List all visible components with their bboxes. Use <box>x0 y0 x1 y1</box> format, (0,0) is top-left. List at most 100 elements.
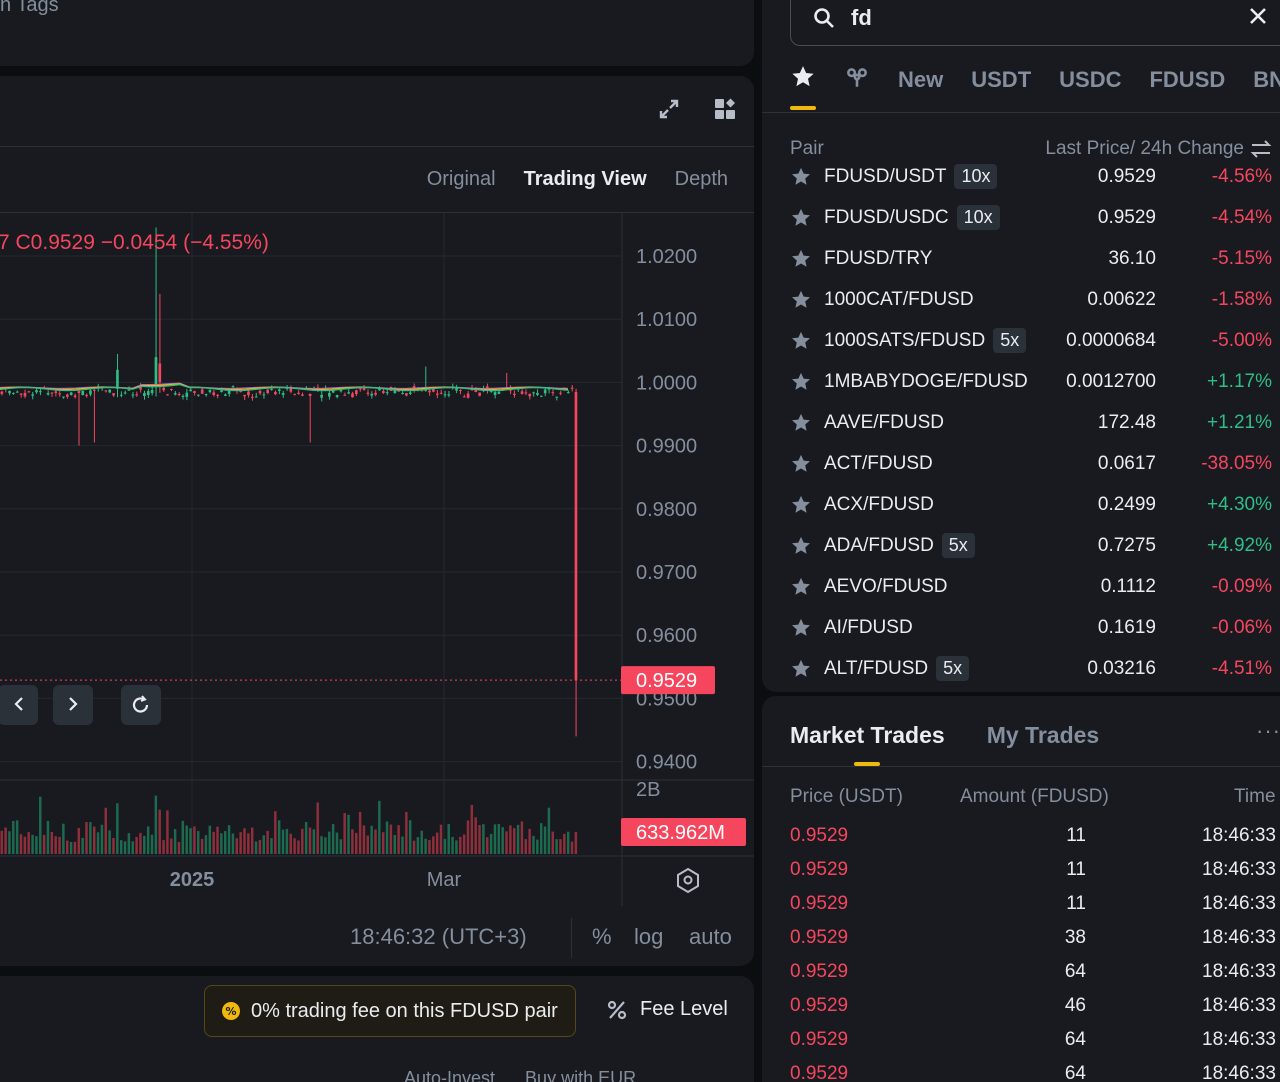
favorite-star-icon[interactable] <box>790 576 812 598</box>
candle-body <box>212 392 216 396</box>
tab-usdc[interactable]: USDC <box>1059 67 1121 93</box>
fee-level-button[interactable]: Fee Level <box>606 998 728 1021</box>
search-box[interactable]: fd <box>790 0 1280 46</box>
candle-body <box>297 392 300 394</box>
pair-row[interactable]: 1000SATS/FDUSD 5x 0.0000684 -5.00% <box>790 320 1272 361</box>
volume-bar <box>119 840 123 854</box>
volume-bar <box>304 821 308 854</box>
volume-bar <box>474 817 477 854</box>
pair-row[interactable]: ACT/FDUSD 0.0617 -38.05% <box>790 443 1272 484</box>
tab-fdusd[interactable]: FDUSD <box>1149 67 1225 93</box>
pair-symbol: 1000CAT/FDUSD <box>824 288 974 310</box>
volume-bar <box>274 811 277 854</box>
candle-body <box>497 391 501 394</box>
fee-badge[interactable]: % 0% trading fee on this FDUSD pair <box>204 985 576 1037</box>
pair-symbol: 1000SATS/FDUSD <box>824 329 986 351</box>
chart-reset-button[interactable] <box>121 685 161 725</box>
chart-settings-icon[interactable] <box>677 867 699 894</box>
pair-row[interactable]: ACX/FDUSD 0.2499 +4.30% <box>790 484 1272 525</box>
volume-bar <box>281 829 285 854</box>
pair-row[interactable]: ADA/FDUSD 5x 0.7275 +4.92% <box>790 525 1272 566</box>
favorite-star-icon[interactable] <box>790 494 812 516</box>
chart-next-button[interactable] <box>53 685 93 725</box>
favorite-star-icon[interactable] <box>790 248 812 270</box>
candle-body <box>512 393 516 396</box>
candle-body <box>31 394 34 396</box>
candle-body <box>566 392 570 394</box>
percent-icon <box>607 1000 627 1019</box>
volume-bar <box>285 828 289 854</box>
auto-invest-link[interactable]: Auto-Invest <box>404 1068 495 1082</box>
x-axis-label: Mar <box>427 869 462 891</box>
candle-body <box>381 390 385 394</box>
favorite-star-icon[interactable] <box>790 207 812 229</box>
favorites-star-icon[interactable] <box>790 64 816 96</box>
more-options-icon[interactable]: ··· <box>1256 718 1280 744</box>
volume-bar <box>470 804 474 854</box>
pair-row[interactable]: 1000CAT/FDUSD 0.00622 -1.58% <box>790 279 1272 320</box>
pair-symbol: ACT/FDUSD <box>824 452 933 474</box>
volume-bar <box>524 839 528 854</box>
trade-amount-header: Amount (FDUSD) <box>960 786 1109 807</box>
volume-bar <box>297 840 300 854</box>
candle-body <box>281 393 285 395</box>
volume-bar <box>462 834 466 854</box>
volume-bar <box>108 830 111 854</box>
volume-bar <box>158 809 161 854</box>
candle-body <box>428 390 431 393</box>
candle-body <box>135 394 139 396</box>
tab-bnb[interactable]: BN <box>1253 67 1280 93</box>
search-input[interactable]: fd <box>851 5 872 31</box>
favorite-star-icon[interactable] <box>790 535 812 557</box>
favorite-star-icon[interactable] <box>790 330 812 352</box>
favorite-star-icon[interactable] <box>790 658 812 680</box>
scale-percent-button[interactable]: % <box>592 924 612 950</box>
scale-log-button[interactable]: log <box>634 924 663 950</box>
tab-market-trades[interactable]: Market Trades <box>790 722 945 749</box>
volume-axis-label: 2B <box>636 779 660 801</box>
volume-bar <box>574 831 578 854</box>
candle-body <box>262 394 266 396</box>
volume-bar <box>0 830 3 854</box>
zones-icon[interactable] <box>844 64 870 96</box>
favorite-star-icon[interactable] <box>790 166 812 188</box>
pair-change: -0.09% <box>1211 575 1272 597</box>
trade-row: 0.9529 11 18:46:33 <box>790 825 1280 859</box>
candlestick-chart[interactable]: 1.0200 1.0100 1.0000 0.9900 0.9800 0.9700 0.96… <box>0 76 754 966</box>
favorite-star-icon[interactable] <box>790 453 812 475</box>
pair-row[interactable]: AAVE/FDUSD 172.48 +1.21% <box>790 402 1272 443</box>
trade-row: 0.9529 11 18:46:33 <box>790 893 1280 927</box>
tab-new[interactable]: New <box>898 67 943 93</box>
candle-body <box>131 394 135 396</box>
pair-row[interactable]: ALT/FDUSD 5x 0.03216 -4.51% <box>790 648 1272 689</box>
clear-search-icon[interactable] <box>1247 5 1269 32</box>
candle-body <box>81 391 85 396</box>
pair-row[interactable]: FDUSD/USDC 10x 0.9529 -4.54% <box>790 197 1272 238</box>
pair-row[interactable]: FDUSD/USDT 10x 0.9529 -4.56% <box>790 156 1272 197</box>
volume-bar <box>131 841 134 854</box>
favorite-star-icon[interactable] <box>790 289 812 311</box>
pair-change: -5.15% <box>1211 247 1272 269</box>
tab-usdt[interactable]: USDT <box>971 67 1031 93</box>
volume-bar <box>505 831 508 854</box>
trade-row: 0.9529 38 18:46:33 <box>790 927 1280 961</box>
favorite-star-icon[interactable] <box>790 412 812 434</box>
buy-with-eur-link[interactable]: Buy with EUR <box>525 1068 636 1082</box>
favorite-star-icon[interactable] <box>790 371 812 393</box>
pair-row[interactable]: 1MBABYDOGE/FDUSD 0.0012700 +1.17% <box>790 361 1272 402</box>
chart-prev-button[interactable] <box>0 685 38 725</box>
scale-auto-button[interactable]: auto <box>689 924 732 950</box>
candle-body <box>447 394 451 396</box>
volume-bar <box>378 800 381 854</box>
volume-bar <box>139 832 142 854</box>
candle-body <box>293 394 297 396</box>
tab-my-trades[interactable]: My Trades <box>987 722 1100 749</box>
pair-row[interactable]: FDUSD/TRY 36.10 -5.15% <box>790 238 1272 279</box>
trade-time: 18:46:33 <box>1202 961 1276 982</box>
volume-bar <box>397 825 400 854</box>
favorite-star-icon[interactable] <box>790 617 812 639</box>
pair-row[interactable]: AEVO/FDUSD 0.1112 -0.09% <box>790 566 1272 607</box>
pair-price: 0.9529 <box>1097 165 1156 187</box>
pair-row[interactable]: AI/FDUSD 0.1619 -0.06% <box>790 607 1272 648</box>
price-tick-label: 1.0200 <box>636 246 697 268</box>
